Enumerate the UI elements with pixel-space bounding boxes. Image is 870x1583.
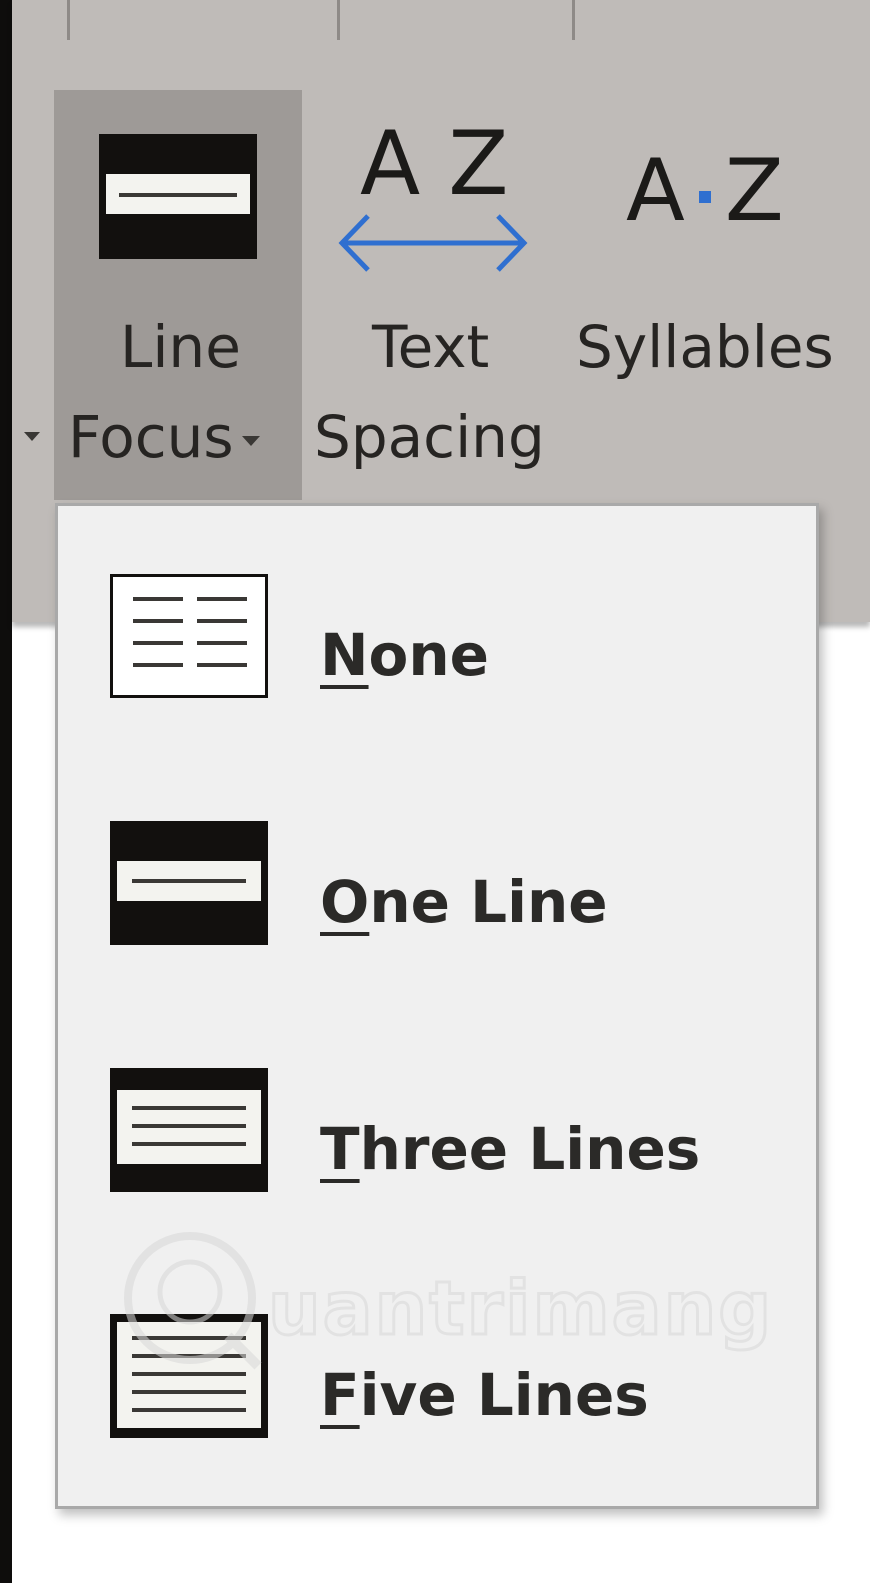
double-arrow-icon bbox=[338, 214, 528, 272]
accelerator-key: F bbox=[320, 1361, 360, 1429]
menu-item-label: None bbox=[320, 626, 489, 684]
syllable-dot-icon bbox=[698, 190, 711, 203]
line-focus-label-line2: Focus bbox=[68, 408, 260, 466]
tab-separator bbox=[67, 0, 70, 40]
syllables-icon-letter-a: A bbox=[626, 141, 685, 241]
accelerator-key: N bbox=[320, 621, 369, 689]
window-left-border bbox=[0, 0, 12, 1583]
line-focus-button[interactable]: Line Focus bbox=[54, 90, 302, 500]
menu-item-label-text: hree Lines bbox=[359, 1115, 701, 1183]
menu-item-label-text: one bbox=[368, 621, 490, 689]
text-spacing-icon-letters: AZ bbox=[360, 112, 537, 215]
menu-item-label: One Line bbox=[320, 873, 608, 931]
text-spacing-button[interactable]: AZ Text Spacing bbox=[310, 90, 560, 500]
menu-item-label-text: ive Lines bbox=[359, 1361, 649, 1429]
text-spacing-label-line1: Text bbox=[372, 313, 490, 381]
line-focus-one-line-icon bbox=[110, 821, 268, 945]
tab-separator bbox=[337, 0, 340, 40]
menu-item-label: Five Lines bbox=[320, 1366, 649, 1424]
line-focus-five-lines-icon bbox=[110, 1314, 268, 1438]
text-spacing-icon: AZ bbox=[338, 120, 528, 280]
line-focus-label-line1: Line bbox=[120, 313, 241, 381]
line-focus-dropdown-menu: None One Line Three Lines Five Lines uan… bbox=[55, 503, 819, 1509]
previous-button-dropdown-caret[interactable] bbox=[24, 432, 40, 441]
menu-item-none[interactable]: None bbox=[58, 546, 816, 746]
tab-separator bbox=[572, 0, 575, 40]
menu-item-label-text: ne Line bbox=[369, 868, 608, 936]
accelerator-key: O bbox=[320, 868, 370, 936]
line-focus-icon bbox=[99, 134, 257, 259]
line-focus-none-icon bbox=[110, 574, 268, 698]
syllables-icon: AZ bbox=[626, 148, 796, 238]
ribbon-tab-strip bbox=[12, 0, 870, 40]
menu-item-three-lines[interactable]: Three Lines bbox=[58, 1040, 816, 1240]
text-spacing-label-line2: Spacing bbox=[314, 403, 545, 471]
accelerator-key: T bbox=[320, 1115, 360, 1183]
syllables-label: Syllables bbox=[576, 313, 834, 381]
menu-item-five-lines[interactable]: Five Lines bbox=[58, 1286, 816, 1486]
syllables-icon-letter-z: Z bbox=[724, 141, 784, 241]
line-focus-three-lines-icon bbox=[110, 1068, 268, 1192]
syllables-button[interactable]: AZ Syllables bbox=[572, 90, 862, 500]
line-focus-dropdown-caret bbox=[241, 435, 260, 446]
menu-item-one-line[interactable]: One Line bbox=[58, 793, 816, 993]
menu-item-label: Three Lines bbox=[320, 1120, 700, 1178]
